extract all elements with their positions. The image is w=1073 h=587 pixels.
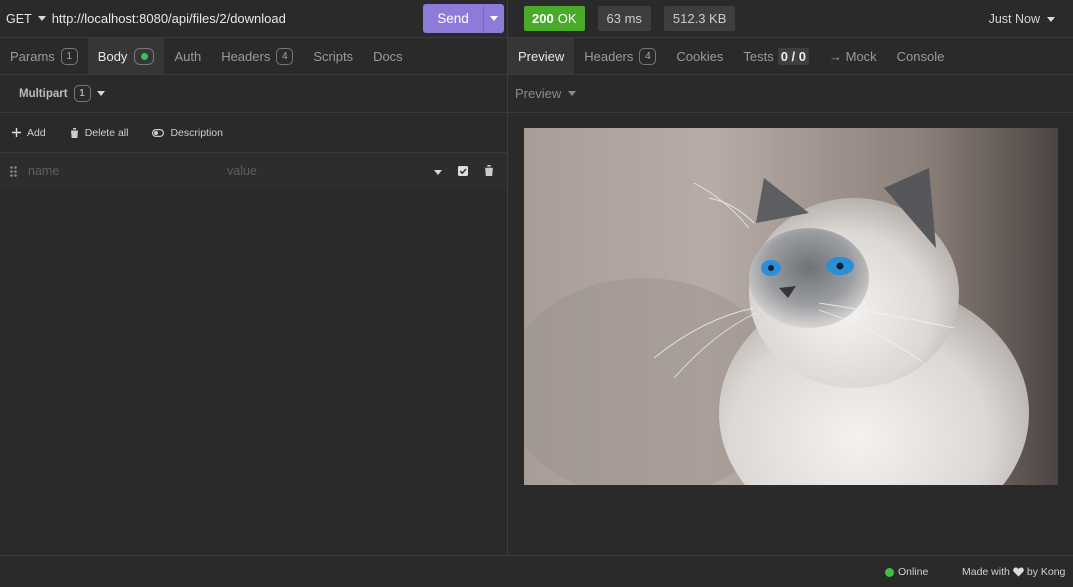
multipart-row [0, 153, 507, 190]
param-value-input[interactable] [227, 164, 417, 178]
status-code: 200 [532, 11, 554, 26]
response-image-preview [524, 128, 1058, 485]
tab-label: Headers [584, 48, 634, 64]
body-type-select[interactable]: Multipart 1 [19, 85, 105, 102]
tab-response-headers[interactable]: Headers 4 [574, 38, 666, 74]
body-type-label: Multipart [19, 87, 68, 100]
tab-label: Scripts [313, 48, 354, 64]
preview-mode-select[interactable]: Preview [515, 86, 577, 101]
online-dot-icon [885, 567, 894, 577]
history-dropdown[interactable]: Just Now [989, 12, 1055, 26]
tab-label: → Mock [829, 48, 877, 64]
history-label: Just Now [988, 12, 1040, 26]
cat-photo-image [524, 128, 1058, 485]
tab-label: Cookies [676, 48, 724, 64]
online-label: Online [898, 566, 929, 578]
made-with-label: Made with [962, 566, 1010, 578]
status-badge: 200 OK [524, 6, 585, 31]
tab-cookies[interactable]: Cookies [666, 38, 733, 74]
tab-tests[interactable]: Tests 0 / 0 [733, 38, 819, 74]
tab-label: Headers [221, 48, 271, 64]
body-actions: Add Delete all Description [0, 113, 507, 153]
count-badge: 4 [639, 47, 657, 65]
tab-preview[interactable]: Preview [508, 38, 575, 74]
chevron-down-icon [568, 91, 577, 96]
request-tabs: Params 1 Body Auth Headers 4 Scripts Doc… [0, 38, 507, 75]
send-dropdown[interactable] [484, 16, 504, 21]
chevron-down-icon [96, 91, 105, 96]
status-bar: Online Made with by Kong [0, 555, 1073, 587]
tab-label: Body [97, 48, 128, 64]
response-pane: 200 OK 63 ms 512.3 KB Just Now Preview H… [508, 0, 1073, 555]
count-badge: 4 [276, 47, 294, 65]
tab-params[interactable]: Params 1 [0, 38, 88, 74]
chevron-down-icon [1047, 16, 1055, 22]
chevron-down-icon [37, 16, 46, 21]
tab-label: Docs [373, 48, 403, 64]
row-options-chevron-icon[interactable] [434, 170, 442, 175]
response-size: 512.3 KB [663, 6, 736, 31]
add-label: Add [27, 126, 46, 139]
preview-mode-bar: Preview [508, 75, 1073, 113]
heart-icon [1013, 567, 1024, 577]
tab-headers[interactable]: Headers 4 [211, 38, 303, 74]
chevron-down-icon [490, 16, 498, 21]
drag-handle-icon[interactable] [10, 166, 17, 177]
tab-mock[interactable]: → Mock [819, 38, 887, 74]
plus-icon [12, 128, 21, 137]
response-time: 63 ms [597, 6, 651, 31]
toggle-icon [152, 128, 165, 137]
request-pane: GET http://localhost:8080/api/files/2/do… [0, 0, 507, 555]
tab-label: Auth [174, 48, 202, 64]
tab-label: Tests [743, 48, 774, 64]
online-indicator: Online [885, 566, 928, 578]
tab-auth[interactable]: Auth [164, 38, 211, 74]
response-tabs: Preview Headers 4 Cookies Tests 0 / 0 → … [508, 38, 1073, 75]
tab-console[interactable]: Console [887, 38, 955, 74]
send-button[interactable]: Send [423, 4, 504, 33]
tab-docs[interactable]: Docs [363, 38, 413, 74]
app: GET http://localhost:8080/api/files/2/do… [0, 0, 1073, 587]
tab-label: Console [896, 48, 945, 64]
checkbox-checked-icon[interactable] [458, 166, 468, 176]
delete-row-trash-icon[interactable] [484, 165, 494, 176]
add-button[interactable]: Add [12, 127, 46, 139]
body-status-badge [134, 47, 155, 65]
preview-mode-label: Preview [515, 86, 562, 101]
green-dot-icon [140, 52, 148, 60]
tab-label: Params [10, 48, 55, 64]
status-text: OK [557, 11, 577, 26]
count-badge: 1 [73, 85, 91, 102]
description-label: Description [170, 126, 223, 139]
made-with-kong[interactable]: Made with by Kong [962, 566, 1065, 578]
delete-all-label: Delete all [84, 126, 129, 139]
count-badge: 1 [60, 47, 78, 65]
tab-label: Preview [518, 48, 565, 64]
response-status-bar: 200 OK 63 ms 512.3 KB Just Now [508, 0, 1073, 38]
delete-all-button[interactable]: Delete all [69, 126, 129, 139]
method-label: GET [6, 11, 32, 26]
method-select[interactable]: GET [6, 12, 46, 26]
by-kong-label: by Kong [1026, 566, 1066, 578]
tab-scripts[interactable]: Scripts [303, 38, 363, 74]
tests-result-badge: 0 / 0 [777, 47, 809, 65]
send-label: Send [437, 11, 469, 26]
description-toggle[interactable]: Description [152, 127, 223, 139]
trash-icon [69, 127, 79, 138]
param-name-input[interactable] [28, 164, 208, 178]
tab-body[interactable]: Body [87, 38, 165, 74]
body-type-bar: Multipart 1 [0, 75, 507, 113]
